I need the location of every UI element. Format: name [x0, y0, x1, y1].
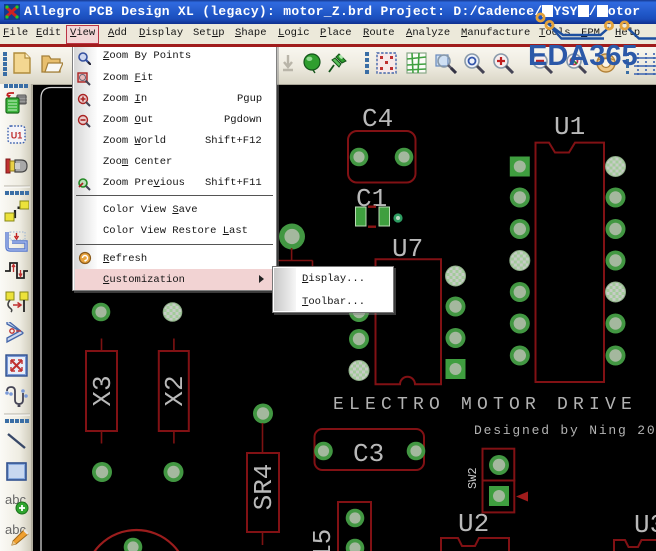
svg-text:X3: X3 — [88, 375, 118, 406]
svg-text:C3: C3 — [353, 439, 384, 469]
svg-text:X2: X2 — [160, 375, 190, 406]
svg-text:U1: U1 — [554, 112, 585, 142]
svg-text:SR4: SR4 — [249, 464, 279, 511]
svg-text:15: 15 — [308, 529, 338, 551]
svg-text:Designed by Ning 20: Designed by Ning 20 — [474, 423, 656, 438]
svg-text:SW2: SW2 — [466, 467, 480, 489]
svg-text:U1: U1 — [11, 131, 23, 141]
svg-text:C4: C4 — [362, 104, 393, 134]
svg-text:U3: U3 — [634, 510, 656, 540]
svg-text:U2: U2 — [458, 509, 489, 539]
svg-text:ELECTRO MOTOR DRIVE: ELECTRO MOTOR DRIVE — [333, 395, 637, 415]
